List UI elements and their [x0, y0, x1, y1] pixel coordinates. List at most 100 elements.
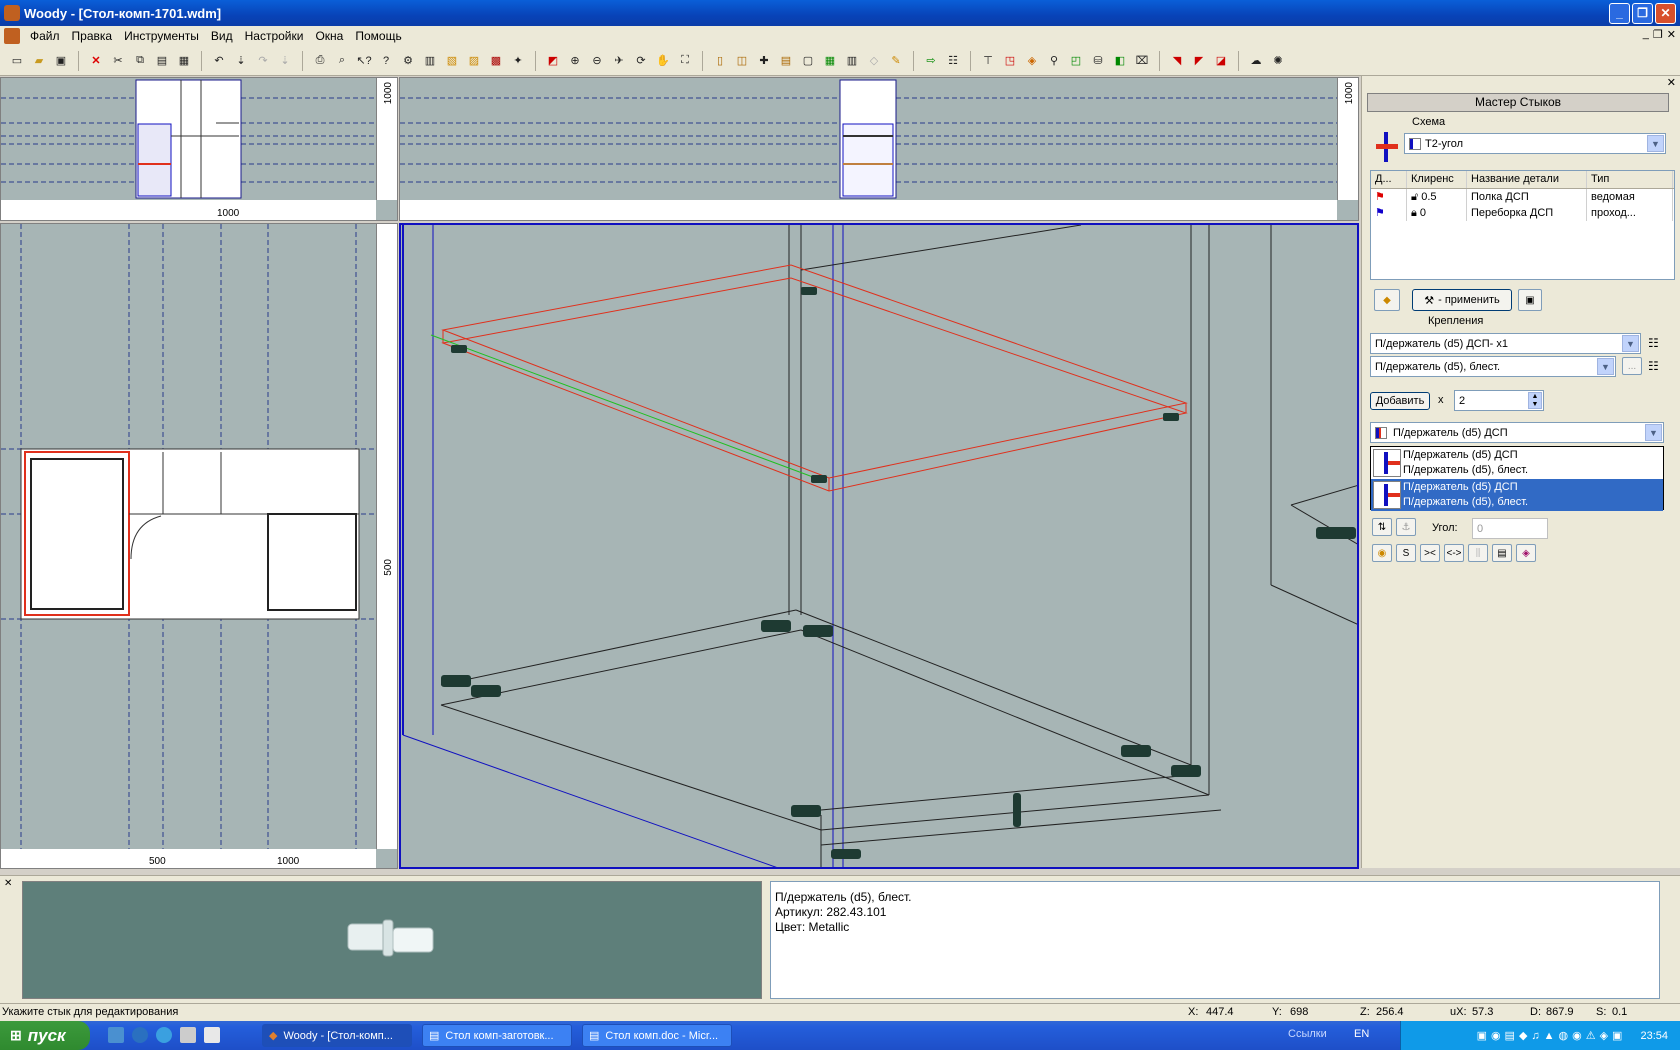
- mdi-close-button[interactable]: ✕: [1667, 28, 1676, 41]
- help-icon[interactable]: ?: [377, 52, 395, 70]
- fastener-select-1[interactable]: П/держатель (d5) ДСП- x1 ▼: [1370, 333, 1641, 354]
- cloud-icon[interactable]: ☁: [1247, 52, 1265, 70]
- fastener-type-select[interactable]: П/держатель (d5) ДСП ▼: [1370, 422, 1664, 443]
- cube-disabled-icon[interactable]: ◇: [865, 52, 883, 70]
- export-icon[interactable]: ◪: [1212, 52, 1230, 70]
- magic-wand-icon[interactable]: ✦: [509, 52, 527, 70]
- zoom-out-icon[interactable]: ⊖: [588, 52, 606, 70]
- cross-icon[interactable]: ✚: [755, 52, 773, 70]
- bottom-close-icon[interactable]: ✕: [4, 878, 12, 889]
- menu-edit[interactable]: Правка: [66, 29, 119, 43]
- eraser-button[interactable]: ◆: [1374, 289, 1400, 311]
- move-disabled-icon[interactable]: ⇣: [276, 52, 294, 70]
- show-desktop-icon[interactable]: [108, 1027, 124, 1043]
- stack-icon[interactable]: ▨: [465, 52, 483, 70]
- chevron-down-icon[interactable]: ▼: [1597, 358, 1614, 375]
- wrench-icon[interactable]: ✎: [887, 52, 905, 70]
- tree-icon[interactable]: ☷: [944, 52, 962, 70]
- ellipsis-button[interactable]: ...: [1622, 357, 1642, 375]
- add-button[interactable]: Добавить: [1370, 392, 1430, 410]
- menu-settings[interactable]: Настройки: [239, 29, 310, 43]
- move-down-icon[interactable]: ⇣: [232, 52, 250, 70]
- angle-input[interactable]: 0: [1472, 518, 1548, 539]
- task-word-1[interactable]: ▤ Стол комп-заготовк...: [422, 1024, 572, 1047]
- start-button[interactable]: ⊞ пуск: [0, 1021, 90, 1050]
- part-icon[interactable]: ◳: [1001, 52, 1019, 70]
- menu-windows[interactable]: Окна: [309, 29, 349, 43]
- close-button[interactable]: ✕: [1655, 2, 1676, 24]
- send-icon[interactable]: ◥: [1168, 52, 1186, 70]
- mdi-minimize-button[interactable]: _: [1643, 28, 1649, 41]
- scheme-select[interactable]: Т2-угол ▼: [1404, 133, 1666, 154]
- copy-view-icon[interactable]: ◰: [1067, 52, 1085, 70]
- properties-icon[interactable]: ▦: [175, 52, 193, 70]
- menu-file[interactable]: Файл: [24, 29, 66, 43]
- panel-close-icon[interactable]: ✕: [1667, 76, 1676, 89]
- globe-icon[interactable]: ◉: [1372, 544, 1392, 562]
- columns-icon[interactable]: ⫼: [1468, 544, 1488, 562]
- layers-icon[interactable]: ▧: [443, 52, 461, 70]
- box-icon[interactable]: ◫: [733, 52, 751, 70]
- task-word-2[interactable]: ▤ Стол комп.doc - Micr...: [582, 1024, 732, 1047]
- front-view-small[interactable]: 1000 1000: [0, 77, 398, 221]
- anchor-icon[interactable]: ⚓︎: [1396, 518, 1416, 536]
- panel-icon[interactable]: ▯: [711, 52, 729, 70]
- cabinet-icon[interactable]: ▥: [843, 52, 861, 70]
- language-indicator[interactable]: EN: [1354, 1028, 1369, 1040]
- import-icon[interactable]: ⇨: [922, 52, 940, 70]
- zoom-in-icon[interactable]: ⊕: [566, 52, 584, 70]
- unlock-icon[interactable]: 🔓︎: [1411, 191, 1418, 203]
- list-settings-icon[interactable]: ☷: [1648, 336, 1659, 350]
- whats-this-icon[interactable]: ↖?: [355, 52, 373, 70]
- print-preview-icon[interactable]: ⌕: [333, 52, 351, 70]
- list-item[interactable]: П/держатель (d5) ДСП П/держатель (d5), бл…: [1371, 447, 1663, 479]
- minimize-button[interactable]: _: [1609, 2, 1630, 24]
- count-input[interactable]: 2 ▲ ▼: [1454, 390, 1544, 411]
- tray-icons[interactable]: ▣◉▤◆♫▲◍◉⚠◈▣: [1477, 1029, 1627, 1042]
- report-icon[interactable]: ▥: [421, 52, 439, 70]
- ie-icon[interactable]: [156, 1027, 172, 1043]
- side-view-small[interactable]: 1000: [399, 77, 1359, 221]
- light-icon[interactable]: ✺: [1269, 52, 1287, 70]
- mdi-restore-button[interactable]: ❐: [1653, 28, 1663, 41]
- s-button[interactable]: S: [1396, 544, 1416, 562]
- join-button[interactable]: ><: [1420, 544, 1440, 562]
- lock-icon[interactable]: 🔒︎: [1411, 207, 1417, 219]
- media-icon[interactable]: [180, 1027, 196, 1043]
- chevron-down-icon[interactable]: ▼: [1622, 335, 1639, 352]
- col-d[interactable]: Д...: [1371, 171, 1407, 188]
- table-row[interactable]: ⚑ 🔓︎ 0.5 Полка ДСП ведомая: [1371, 189, 1674, 205]
- chevron-down-icon[interactable]: ▼: [1645, 424, 1662, 441]
- joint-master-icon[interactable]: ⊤: [979, 52, 997, 70]
- cut-icon[interactable]: ✂: [109, 52, 127, 70]
- flip-icon[interactable]: ⇅: [1372, 518, 1392, 536]
- pin-icon[interactable]: ⚲: [1045, 52, 1063, 70]
- image-icon[interactable]: ▩: [487, 52, 505, 70]
- receive-icon[interactable]: ◤: [1190, 52, 1208, 70]
- task-woody[interactable]: ◆ Woody - [Стол-комп...: [262, 1024, 412, 1047]
- menu-tools[interactable]: Инструменты: [118, 29, 205, 43]
- menu-view[interactable]: Вид: [205, 29, 239, 43]
- new-icon[interactable]: ▭: [8, 52, 26, 70]
- col-part-name[interactable]: Название детали: [1467, 171, 1587, 188]
- book-icon[interactable]: ◈: [1516, 544, 1536, 562]
- pan-icon[interactable]: ✋: [654, 52, 672, 70]
- chevron-down-icon[interactable]: ▼: [1647, 135, 1664, 152]
- save-joint-button[interactable]: ▣: [1518, 289, 1542, 311]
- col-type[interactable]: Тип: [1587, 171, 1673, 188]
- explorer-icon[interactable]: [204, 1027, 220, 1043]
- fastener-select-2[interactable]: П/держатель (d5), блест. ▼: [1370, 356, 1616, 377]
- browser-icon[interactable]: [132, 1027, 148, 1043]
- fly-icon[interactable]: ✈: [610, 52, 628, 70]
- hierarchy-icon[interactable]: ⚙: [399, 52, 417, 70]
- table-icon[interactable]: ▤: [777, 52, 795, 70]
- restore-button[interactable]: ❐: [1632, 2, 1653, 24]
- split-button[interactable]: <->: [1444, 544, 1464, 562]
- links-toolbar[interactable]: Ссылки: [1288, 1028, 1327, 1040]
- list-settings-icon[interactable]: ☷: [1648, 359, 1659, 373]
- trim-icon[interactable]: ⌧: [1133, 52, 1151, 70]
- paste-icon[interactable]: ▤: [153, 52, 171, 70]
- table-row[interactable]: ⚑ 🔒︎ 0 Переборка ДСП проход...: [1371, 205, 1674, 221]
- col-clearance[interactable]: Клиренс: [1407, 171, 1467, 188]
- apply-button[interactable]: ⚒ - применить: [1412, 289, 1512, 311]
